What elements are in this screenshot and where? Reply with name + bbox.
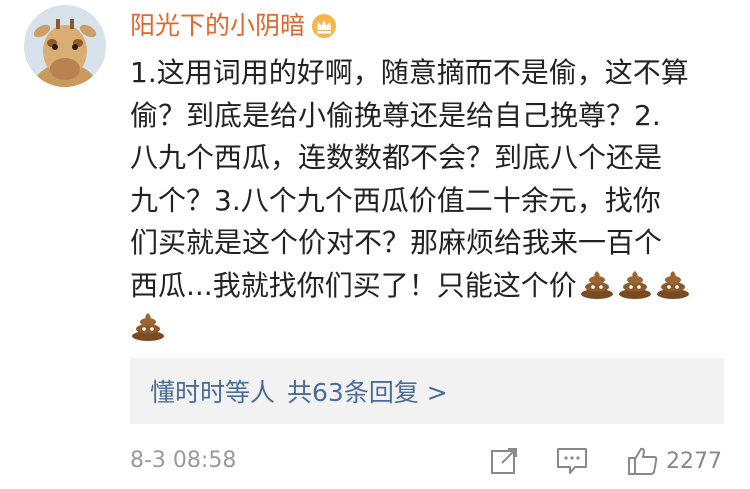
thumbs-up-icon xyxy=(628,447,658,475)
comment-line: 九个？3.八个九个西瓜价值二十余元，找你 xyxy=(130,183,661,217)
share-icon xyxy=(491,448,517,474)
like-count: 2277 xyxy=(666,448,722,474)
comment-button[interactable] xyxy=(555,442,589,480)
repost-button[interactable] xyxy=(488,442,520,480)
comment-line-last: 西瓜...我就找你们买了！只能这个价 xyxy=(130,265,726,308)
comment-icon xyxy=(557,448,587,474)
comment-avatar[interactable] xyxy=(24,5,106,87)
pile-of-poo-icon xyxy=(130,311,166,341)
giraffe-avatar-icon xyxy=(24,5,106,87)
comment-username[interactable]: 阳光下的小阴暗 xyxy=(130,8,305,44)
comment-username-row[interactable]: 阳光下的小阴暗 xyxy=(130,8,337,44)
comment-timestamp: 8-3 08:58 xyxy=(130,448,237,473)
replies-preview[interactable]: 懂时时等人 共63条回复 > xyxy=(130,358,724,424)
comment-line: 西瓜...我就找你们买了！只能这个价 xyxy=(130,268,577,302)
comment-line: 偷？到底是给小偷挽尊还是给自己挽尊？2. xyxy=(130,98,661,132)
pile-of-poo-icon xyxy=(579,269,615,299)
comment-line-emoji xyxy=(130,307,726,350)
reply-preview-user[interactable]: 懂时时等人 xyxy=(150,373,275,409)
comment-line: 1.这用词用的好啊，随意摘而不是偷，这不算 xyxy=(130,56,689,89)
vip-crown-icon xyxy=(311,13,337,39)
comment-body: 1.这用词用的好啊，随意摘而不是偷，这不算 偷？到底是给小偷挽尊还是给自己挽尊？… xyxy=(130,52,726,350)
like-button[interactable]: 2277 xyxy=(626,442,722,480)
pile-of-poo-icon xyxy=(617,269,653,299)
comment-line: 八九个西瓜，连数数都不会？到底八个还是 xyxy=(130,141,663,174)
view-replies-link[interactable]: 共63条回复 > xyxy=(287,373,448,409)
pile-of-poo-icon xyxy=(655,269,691,299)
comment-line: 们买就是这个价对不？那麻烦给我来一百个 xyxy=(130,226,663,259)
